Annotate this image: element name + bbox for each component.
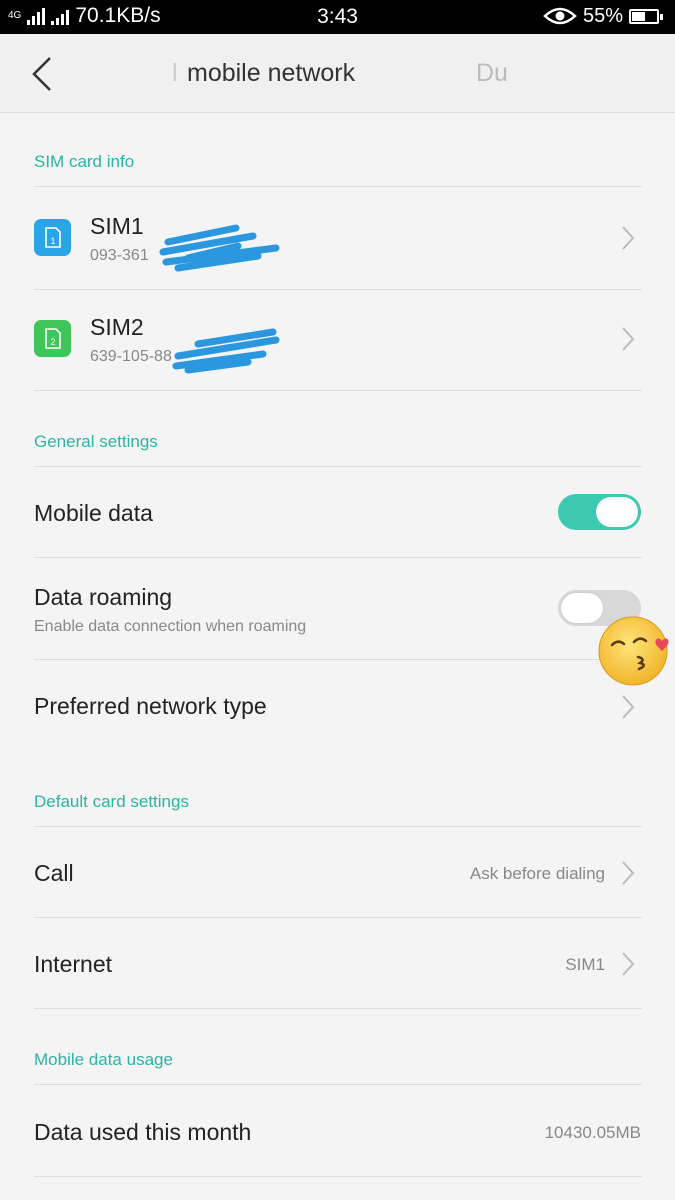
chevron-right-icon <box>622 695 635 719</box>
back-arrow-icon[interactable] <box>28 54 58 94</box>
chevron-right-icon <box>622 952 635 976</box>
data-used-label: Data used this month <box>34 1119 252 1145</box>
svg-text:2: 2 <box>50 337 55 347</box>
toggle-knob <box>596 497 638 527</box>
divider <box>34 917 642 918</box>
data-used-value: 10430.05MB <box>544 1123 641 1142</box>
redaction-scribble <box>172 328 280 374</box>
divider <box>34 1176 642 1177</box>
data-roaming-sublabel: Enable data connection when roaming <box>34 618 307 635</box>
divider <box>34 1084 642 1085</box>
section-label-general: General settings <box>34 432 158 451</box>
sim1-card-icon: 1 <box>34 219 71 256</box>
divider <box>34 557 642 558</box>
sim2-card-icon: 2 <box>34 320 71 357</box>
svg-text:1: 1 <box>50 236 55 246</box>
mobile-data-toggle[interactable] <box>558 494 641 530</box>
section-label-sim-info: SIM card info <box>34 152 135 171</box>
battery-percent: 55% <box>582 5 623 27</box>
section-label-default-card: Default card settings <box>34 792 189 811</box>
next-tab-title[interactable]: Du <box>476 59 508 88</box>
call-label: Call <box>34 860 74 886</box>
preferred-network-label: Preferred network type <box>34 693 267 719</box>
divider <box>34 186 642 187</box>
chevron-right-icon <box>622 226 635 250</box>
header-bar: l mobile network Du <box>0 34 675 113</box>
divider <box>34 289 642 290</box>
divider <box>34 659 642 660</box>
internet-value: SIM1 <box>565 955 605 974</box>
divider <box>34 390 642 391</box>
call-value: Ask before dialing <box>469 864 605 883</box>
prev-tab-title[interactable]: l <box>172 59 178 88</box>
eye-icon <box>543 7 577 25</box>
divider <box>34 466 642 467</box>
divider <box>34 1008 642 1009</box>
sim1-title: SIM1 <box>90 213 144 239</box>
page-title: mobile network <box>187 59 356 87</box>
data-roaming-label: Data roaming <box>34 584 173 610</box>
internet-label: Internet <box>34 951 112 977</box>
status-right: 55% <box>543 4 663 28</box>
battery-icon <box>629 8 663 24</box>
chevron-right-icon <box>622 861 635 885</box>
mobile-data-label: Mobile data <box>34 500 153 526</box>
sim-card-icon: 1 <box>45 227 61 248</box>
sim-card-icon: 2 <box>45 328 61 349</box>
status-bar: 4G 70.1KB/s 3:43 55% <box>0 0 675 34</box>
kissing-emoji-icon <box>598 616 669 686</box>
sim1-number: 093-361 <box>90 247 149 264</box>
divider <box>34 826 642 827</box>
battery-cap <box>660 13 663 20</box>
chevron-right-icon <box>622 327 635 351</box>
sim2-title: SIM2 <box>90 314 144 340</box>
redaction-scribble <box>159 224 280 272</box>
sim2-number: 639-105-88 <box>90 348 172 365</box>
battery-fill <box>632 11 645 21</box>
section-label-data-usage: Mobile data usage <box>34 1050 173 1069</box>
toggle-knob <box>561 593 603 623</box>
